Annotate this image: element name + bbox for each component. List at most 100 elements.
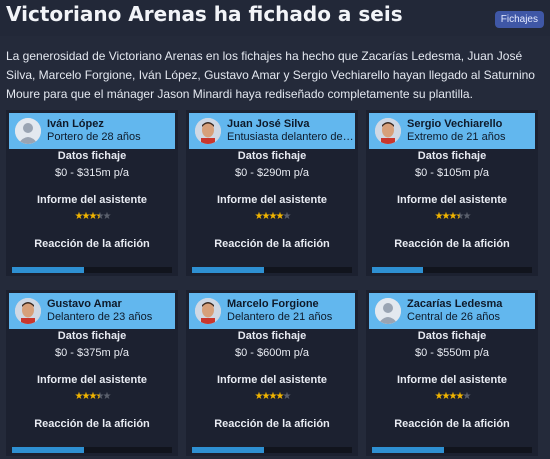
- star-empty-icon: ★: [282, 391, 292, 402]
- player-role: Extremo de 21 años: [407, 131, 506, 143]
- star-filled-icon: ★: [268, 211, 278, 222]
- player-name[interactable]: Marcelo Forgione: [227, 298, 332, 311]
- fan-reaction-bar: [12, 267, 172, 273]
- assistant-rating: ★★★★★: [186, 211, 358, 223]
- star-filled-icon: ★: [81, 391, 91, 402]
- assistant-report-label: Informe del asistente: [36, 194, 148, 206]
- transfer-data-label: Datos fichaje: [417, 330, 487, 342]
- player-header[interactable]: Marcelo Forgione Delantero de 21 años: [189, 293, 355, 329]
- player-role: Delantero de 23 años: [47, 311, 153, 323]
- transfer-card[interactable]: Iván López Portero de 28 años Datos fichaj…: [6, 110, 178, 276]
- player-role: Entusiasta delantero de…: [227, 131, 354, 143]
- transfer-card[interactable]: Marcelo Forgione Delantero de 21 años Dato…: [186, 290, 358, 456]
- player-name[interactable]: Juan José Silva: [227, 118, 354, 131]
- fan-reaction-fill: [372, 267, 424, 273]
- assistant-rating: ★★★★★: [366, 391, 538, 403]
- transfer-data-label: Datos fichaje: [57, 330, 127, 342]
- page-header: Victoriano Arenas ha fichado a seis Fich…: [0, 0, 550, 36]
- player-role: Delantero de 21 años: [227, 311, 333, 323]
- fan-reaction-fill: [192, 447, 264, 453]
- fan-reaction-bar: [192, 267, 352, 273]
- fan-reaction-label: Reacción de la afición: [34, 418, 150, 430]
- star-filled-icon: ★: [261, 391, 271, 402]
- silhouette-icon: [15, 118, 41, 144]
- fan-reaction-label: Reacción de la afición: [394, 238, 510, 250]
- player-name[interactable]: Iván López: [47, 118, 141, 131]
- player-name[interactable]: Gustavo Amar: [47, 298, 152, 311]
- fan-reaction-fill: [192, 267, 264, 273]
- star-filled-icon: ★: [455, 391, 465, 402]
- page-title: Victoriano Arenas ha fichado a seis: [6, 2, 403, 26]
- category-tag[interactable]: Fichajes: [494, 11, 544, 28]
- transfer-data-label: Datos fichaje: [417, 150, 487, 162]
- player-header[interactable]: Iván López Portero de 28 años: [9, 113, 175, 149]
- star-filled-icon: ★: [434, 391, 444, 402]
- transfer-card[interactable]: Zacarías Ledesma Central de 26 años Datos …: [366, 290, 538, 456]
- fan-reaction-fill: [12, 267, 84, 273]
- fan-reaction-label: Reacción de la afición: [214, 238, 330, 250]
- assistant-rating: ★★★★★: [366, 211, 538, 223]
- player-face-icon: [195, 118, 221, 144]
- transfer-data-label: Datos fichaje: [237, 330, 307, 342]
- player-face-icon: [195, 298, 221, 324]
- star-filled-icon: ★: [74, 391, 84, 402]
- fan-reaction-bar: [192, 447, 352, 453]
- assistant-report-label: Informe del asistente: [396, 194, 508, 206]
- player-header[interactable]: Sergio Vechiarello Extremo de 21 años: [369, 113, 535, 149]
- transfer-data-label: Datos fichaje: [237, 150, 307, 162]
- transfer-data-label: Datos fichaje: [57, 150, 127, 162]
- assistant-report-label: Informe del asistente: [396, 374, 508, 386]
- player-header[interactable]: Gustavo Amar Delantero de 23 años: [9, 293, 175, 329]
- star-filled-icon: ★: [254, 211, 264, 222]
- transfer-fee: $0 - $375m p/a: [55, 347, 129, 359]
- star-filled-icon: ★: [275, 211, 285, 222]
- star-filled-icon: ★: [448, 391, 458, 402]
- star-empty-icon: ★: [462, 211, 472, 222]
- player-header[interactable]: Zacarías Ledesma Central de 26 años: [369, 293, 535, 329]
- star-filled-icon: ★: [441, 391, 451, 402]
- fan-reaction-label: Reacción de la afición: [214, 418, 330, 430]
- player-face-icon: [15, 298, 41, 324]
- star-empty-icon: ★: [102, 391, 112, 402]
- star-filled-icon: ★: [448, 211, 458, 222]
- assistant-rating: ★★★★★: [6, 211, 178, 223]
- transfer-card[interactable]: Gustavo Amar Delantero de 23 años Datos fi…: [6, 290, 178, 456]
- silhouette-icon: [375, 298, 401, 324]
- fan-reaction-label: Reacción de la afición: [34, 238, 150, 250]
- star-half-icon: ★: [95, 211, 105, 222]
- star-empty-icon: ★: [102, 211, 112, 222]
- transfer-card[interactable]: Juan José Silva Entusiasta delantero de… D…: [186, 110, 358, 276]
- star-filled-icon: ★: [81, 211, 91, 222]
- player-role: Central de 26 años: [407, 311, 500, 323]
- star-filled-icon: ★: [254, 391, 264, 402]
- star-filled-icon: ★: [434, 211, 444, 222]
- transfer-fee: $0 - $290m p/a: [235, 167, 309, 179]
- star-filled-icon: ★: [261, 211, 271, 222]
- fan-reaction-label: Reacción de la afición: [394, 418, 510, 430]
- player-face-icon: [375, 118, 401, 144]
- player-name[interactable]: Sergio Vechiarello: [407, 118, 505, 131]
- fan-reaction-bar: [372, 267, 532, 273]
- star-empty-icon: ★: [462, 391, 472, 402]
- star-filled-icon: ★: [275, 391, 285, 402]
- transfer-fee: $0 - $105m p/a: [415, 167, 489, 179]
- fan-reaction-fill: [372, 447, 444, 453]
- assistant-rating: ★★★★★: [6, 391, 178, 403]
- player-header[interactable]: Juan José Silva Entusiasta delantero de…: [189, 113, 355, 149]
- star-half-icon: ★: [95, 391, 105, 402]
- star-filled-icon: ★: [74, 211, 84, 222]
- news-body: La generosidad de Victoriano Arenas en l…: [6, 49, 535, 101]
- assistant-rating: ★★★★★: [186, 391, 358, 403]
- player-name[interactable]: Zacarías Ledesma: [407, 298, 502, 311]
- player-role: Portero de 28 años: [47, 131, 141, 143]
- transfer-fee: $0 - $550m p/a: [415, 347, 489, 359]
- assistant-report-label: Informe del asistente: [216, 374, 328, 386]
- assistant-report-label: Informe del asistente: [216, 194, 328, 206]
- transfer-fee: $0 - $315m p/a: [55, 167, 129, 179]
- star-filled-icon: ★: [441, 211, 451, 222]
- transfer-fee: $0 - $600m p/a: [235, 347, 309, 359]
- star-filled-icon: ★: [88, 391, 98, 402]
- fan-reaction-bar: [12, 447, 172, 453]
- fan-reaction-fill: [12, 447, 84, 453]
- transfer-card[interactable]: Sergio Vechiarello Extremo de 21 años Dato…: [366, 110, 538, 276]
